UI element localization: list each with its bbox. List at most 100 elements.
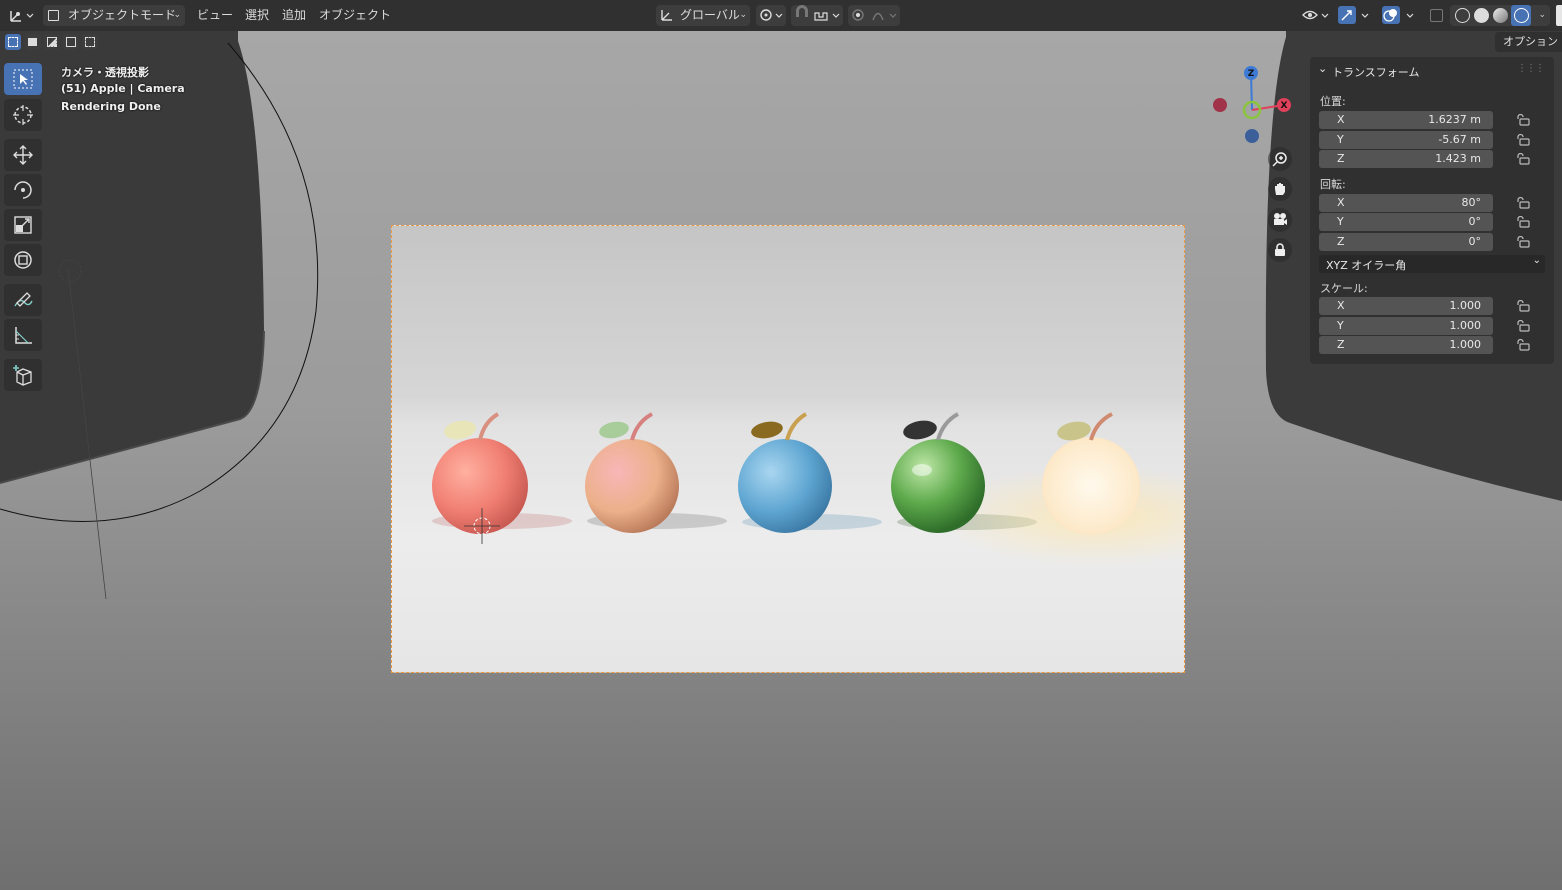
select-intersect-button[interactable] — [82, 34, 98, 50]
scale-icon — [14, 216, 32, 234]
transform-orientation-dropdown[interactable]: グローバル ⌄ — [656, 5, 750, 26]
field-value: 1.000 — [1449, 338, 1482, 351]
solid-shading-icon[interactable] — [1474, 8, 1489, 23]
menu-view[interactable]: ビュー — [197, 5, 233, 26]
unlock-icon[interactable] — [1516, 339, 1530, 351]
wireframe-shading-icon[interactable] — [1455, 8, 1470, 23]
unlock-icon[interactable] — [1516, 153, 1530, 165]
camera-view-button[interactable] — [1268, 208, 1292, 232]
chevron-down-icon[interactable]: ⌄ — [1538, 5, 1546, 26]
rotation-y-field[interactable]: Y 0° — [1319, 213, 1493, 231]
field-value: 1.423 m — [1435, 152, 1481, 165]
scale-z-field[interactable]: Z 1.000 — [1319, 336, 1493, 354]
mode-dropdown[interactable]: オブジェクトモード ⌄ — [43, 5, 185, 26]
chevron-down-icon: ⌄ — [1532, 255, 1541, 266]
tool-scale[interactable] — [4, 209, 42, 241]
unlock-icon[interactable] — [1516, 114, 1530, 126]
3d-viewport[interactable]: カメラ・透視投影 (51) Apple | Camera Rendering D… — [0, 31, 1562, 890]
unlock-icon[interactable] — [1516, 320, 1530, 332]
transform-panel-header[interactable]: ⌄ トランスフォーム ⋮⋮⋮ — [1318, 62, 1546, 79]
field-value: 0° — [1468, 235, 1482, 248]
pan-button[interactable] — [1268, 177, 1292, 201]
tool-cursor[interactable] — [4, 99, 42, 131]
drag-handle-icon[interactable]: ⋮⋮⋮ — [1517, 63, 1545, 74]
axis-label: Z — [1337, 338, 1345, 351]
select-invert-button[interactable] — [63, 34, 79, 50]
select-invert-icon — [66, 37, 76, 47]
rotation-z-field[interactable]: Z 0° — [1319, 233, 1493, 251]
tool-move[interactable] — [4, 139, 42, 171]
select-new-button[interactable] — [5, 34, 21, 50]
chevron-down-icon: ⌄ — [1318, 62, 1328, 75]
viewport-info-object: (51) Apple | Camera — [61, 82, 185, 95]
orientation-icon — [661, 10, 672, 21]
field-value: 1.000 — [1449, 299, 1482, 312]
zoom-icon — [1272, 152, 1287, 167]
material-shading-icon[interactable] — [1493, 8, 1508, 23]
overlay-toggle[interactable] — [1380, 5, 1420, 26]
scale-x-field[interactable]: X 1.000 — [1319, 297, 1493, 315]
unlock-icon[interactable] — [1516, 216, 1530, 228]
location-z-field[interactable]: Z 1.423 m — [1319, 150, 1493, 168]
sidebar-transform-panel: ⌄ トランスフォーム ⋮⋮⋮ 位置: X 1.6237 m Y -5.67 m Z 1… — [1310, 57, 1554, 364]
tool-select-box[interactable] — [4, 63, 42, 95]
scale-y-field[interactable]: Y 1.000 — [1319, 317, 1493, 335]
visibility-dropdown[interactable] — [1300, 5, 1332, 26]
apple-red — [432, 412, 528, 534]
zoom-button[interactable] — [1268, 147, 1292, 171]
unlock-icon[interactable] — [1516, 236, 1530, 248]
apple-peach — [585, 412, 679, 533]
menu-object[interactable]: オブジェクト — [319, 5, 391, 26]
rotation-mode-dropdown[interactable]: XYZ オイラー角 ⌄ — [1319, 255, 1545, 273]
menu-select[interactable]: 選択 — [245, 5, 269, 26]
viewport-info-view: カメラ・透視投影 — [61, 66, 149, 79]
unlock-icon[interactable] — [1516, 300, 1530, 312]
lock-view-button[interactable] — [1268, 238, 1292, 262]
move-icon — [13, 145, 33, 165]
camera-frame — [391, 225, 1185, 673]
chevron-down-icon: ⌄ — [739, 10, 747, 20]
options-button[interactable]: オプション — [1495, 32, 1562, 52]
chevron-down-icon: ⌄ — [173, 10, 181, 20]
gizmo-neg-x[interactable] — [1213, 98, 1227, 112]
axis-label: Y — [1337, 133, 1344, 146]
rotation-x-field[interactable]: X 80° — [1319, 194, 1493, 212]
snap-toggle[interactable] — [791, 5, 843, 26]
axis-label: Y — [1337, 319, 1344, 332]
apple-blue — [738, 412, 832, 533]
xray-icon — [1430, 9, 1443, 22]
tool-transform[interactable] — [4, 244, 42, 276]
gizmo-arrows-icon — [1341, 10, 1369, 21]
overlay-circles-icon — [1383, 9, 1414, 22]
tool-add-cube[interactable] — [4, 359, 42, 391]
select-subtract-button[interactable] — [44, 34, 60, 50]
location-y-field[interactable]: Y -5.67 m — [1319, 131, 1493, 149]
menu-add[interactable]: 追加 — [282, 5, 306, 26]
gizmo-neg-z[interactable] — [1245, 129, 1259, 143]
field-value: -5.67 m — [1438, 133, 1481, 146]
unlock-icon[interactable] — [1516, 197, 1530, 209]
gizmo-toggle[interactable] — [1336, 5, 1374, 26]
rendered-shading-icon[interactable] — [1511, 5, 1531, 26]
editor-type-button[interactable] — [6, 5, 36, 26]
tool-measure[interactable] — [4, 319, 42, 351]
rotation-label: 回転: — [1320, 178, 1346, 191]
field-value: 80° — [1461, 196, 1482, 209]
axis-label: X — [1337, 196, 1345, 209]
xray-toggle[interactable] — [1428, 5, 1444, 26]
axis-label: X — [1337, 113, 1345, 126]
location-x-field[interactable]: X 1.6237 m — [1319, 111, 1493, 129]
3d-cursor-icon — [13, 105, 33, 125]
unlock-icon[interactable] — [1516, 134, 1530, 146]
gizmo-z-label: Z — [1247, 69, 1255, 79]
sidebar-toggle[interactable] — [1556, 5, 1562, 26]
tool-annotate[interactable] — [4, 284, 42, 316]
pivot-point-button[interactable] — [756, 5, 786, 26]
field-value: 1.000 — [1449, 319, 1482, 332]
tool-rotate[interactable] — [4, 174, 42, 206]
rendered-scene — [432, 412, 1184, 566]
rotation-mode-label: XYZ オイラー角 — [1326, 259, 1407, 272]
object-mode-icon — [48, 10, 59, 21]
proportional-edit-toggle[interactable] — [848, 5, 900, 26]
select-extend-button[interactable] — [25, 34, 41, 50]
